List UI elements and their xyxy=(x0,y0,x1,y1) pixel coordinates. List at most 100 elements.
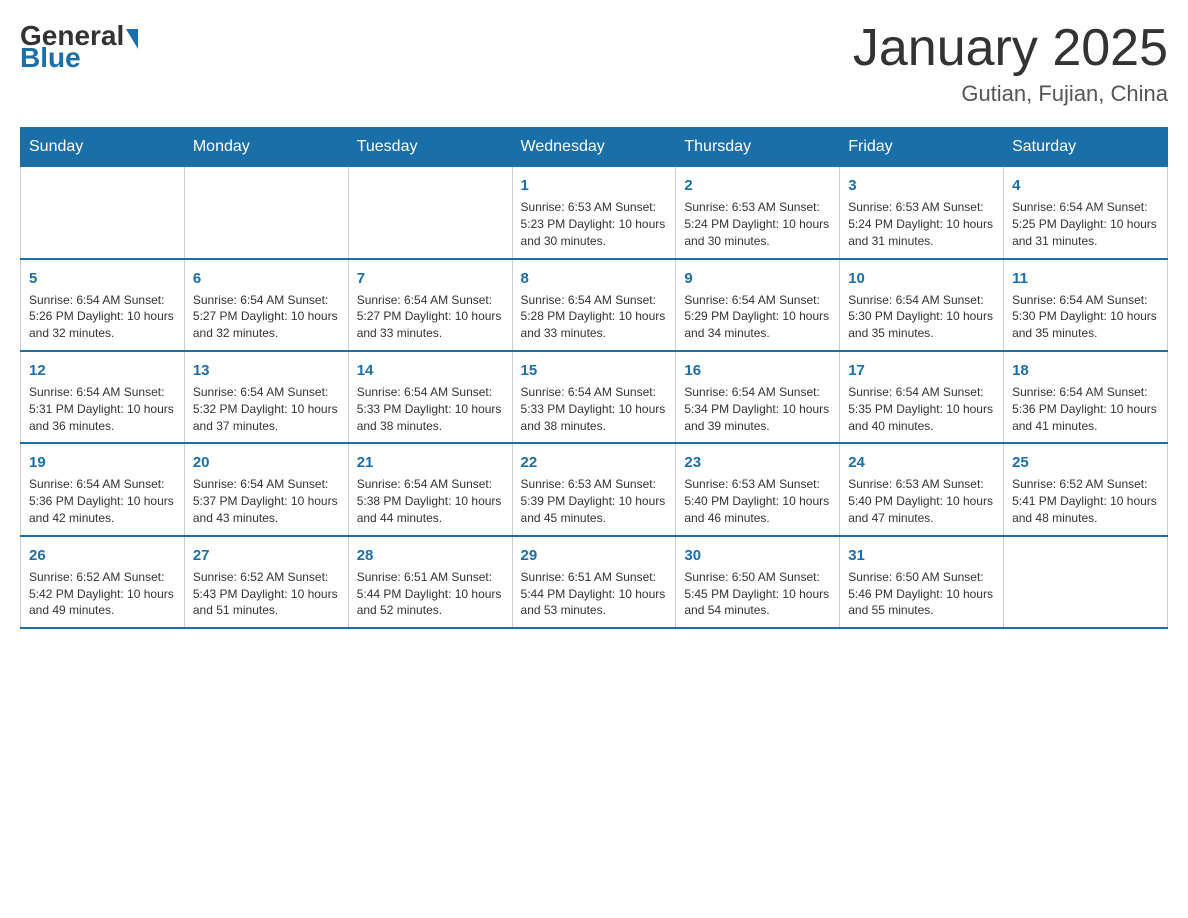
day-number: 9 xyxy=(684,268,831,289)
day-cell: 26 Sunrise: 6:52 AM Sunset: 5:42 PM Dayli… xyxy=(21,536,185,628)
day-number: 29 xyxy=(521,545,668,566)
day-cell: 29 Sunrise: 6:51 AM Sunset: 5:44 PM Dayli… xyxy=(512,536,676,628)
day-cell: 23 Sunrise: 6:53 AM Sunset: 5:40 PM Dayli… xyxy=(676,443,840,535)
day-info: Sunrise: 6:50 AM Sunset: 5:46 PM Dayligh… xyxy=(848,569,995,619)
day-info: Sunrise: 6:52 AM Sunset: 5:43 PM Dayligh… xyxy=(193,569,340,619)
day-number: 1 xyxy=(521,175,668,196)
day-info: Sunrise: 6:54 AM Sunset: 5:33 PM Dayligh… xyxy=(521,384,668,434)
day-info: Sunrise: 6:54 AM Sunset: 5:26 PM Dayligh… xyxy=(29,292,176,342)
day-number: 13 xyxy=(193,360,340,381)
day-info: Sunrise: 6:54 AM Sunset: 5:32 PM Dayligh… xyxy=(193,384,340,434)
month-title: January 2025 xyxy=(853,20,1168,77)
week-row-4: 19 Sunrise: 6:54 AM Sunset: 5:36 PM Dayli… xyxy=(21,443,1168,535)
day-info: Sunrise: 6:52 AM Sunset: 5:42 PM Dayligh… xyxy=(29,569,176,619)
day-info: Sunrise: 6:53 AM Sunset: 5:23 PM Dayligh… xyxy=(521,199,668,249)
day-number: 18 xyxy=(1012,360,1159,381)
day-number: 22 xyxy=(521,452,668,473)
day-cell: 5 Sunrise: 6:54 AM Sunset: 5:26 PM Daylig… xyxy=(21,259,185,351)
weekday-header-tuesday: Tuesday xyxy=(348,128,512,167)
day-number: 16 xyxy=(684,360,831,381)
day-cell xyxy=(348,167,512,259)
day-info: Sunrise: 6:54 AM Sunset: 5:30 PM Dayligh… xyxy=(1012,292,1159,342)
location-title: Gutian, Fujian, China xyxy=(853,81,1168,107)
day-number: 7 xyxy=(357,268,504,289)
day-number: 8 xyxy=(521,268,668,289)
day-info: Sunrise: 6:54 AM Sunset: 5:36 PM Dayligh… xyxy=(29,476,176,526)
logo-triangle-icon xyxy=(126,29,138,49)
day-cell: 16 Sunrise: 6:54 AM Sunset: 5:34 PM Dayli… xyxy=(676,351,840,443)
day-number: 11 xyxy=(1012,268,1159,289)
day-cell: 6Sunrise: 6:54 AM Sunset: 5:27 PM Daylig… xyxy=(184,259,348,351)
day-number: 10 xyxy=(848,268,995,289)
day-number: 4 xyxy=(1012,175,1159,196)
day-number: 26 xyxy=(29,545,176,566)
day-number: 23 xyxy=(684,452,831,473)
weekday-header-row: SundayMondayTuesdayWednesdayThursdayFrid… xyxy=(21,128,1168,167)
weekday-header-thursday: Thursday xyxy=(676,128,840,167)
day-info: Sunrise: 6:50 AM Sunset: 5:45 PM Dayligh… xyxy=(684,569,831,619)
day-cell: 19 Sunrise: 6:54 AM Sunset: 5:36 PM Dayli… xyxy=(21,443,185,535)
day-cell xyxy=(184,167,348,259)
day-cell: 27 Sunrise: 6:52 AM Sunset: 5:43 PM Dayli… xyxy=(184,536,348,628)
day-info: Sunrise: 6:54 AM Sunset: 5:38 PM Dayligh… xyxy=(357,476,504,526)
day-number: 19 xyxy=(29,452,176,473)
weekday-header-saturday: Saturday xyxy=(1004,128,1168,167)
day-cell: 17 Sunrise: 6:54 AM Sunset: 5:35 PM Dayli… xyxy=(840,351,1004,443)
day-info: Sunrise: 6:54 AM Sunset: 5:30 PM Dayligh… xyxy=(848,292,995,342)
day-info: Sunrise: 6:51 AM Sunset: 5:44 PM Dayligh… xyxy=(521,569,668,619)
day-info: Sunrise: 6:54 AM Sunset: 5:27 PM Dayligh… xyxy=(357,292,504,342)
day-number: 5 xyxy=(29,268,176,289)
weekday-header-monday: Monday xyxy=(184,128,348,167)
day-info: Sunrise: 6:54 AM Sunset: 5:33 PM Dayligh… xyxy=(357,384,504,434)
day-info: Sunrise: 6:53 AM Sunset: 5:40 PM Dayligh… xyxy=(684,476,831,526)
day-cell: 1 Sunrise: 6:53 AM Sunset: 5:23 PM Daylig… xyxy=(512,167,676,259)
week-row-2: 5 Sunrise: 6:54 AM Sunset: 5:26 PM Daylig… xyxy=(21,259,1168,351)
day-number: 2 xyxy=(684,175,831,196)
day-number: 6 xyxy=(193,268,340,289)
day-number: 21 xyxy=(357,452,504,473)
day-cell: 21 Sunrise: 6:54 AM Sunset: 5:38 PM Dayli… xyxy=(348,443,512,535)
day-cell: 28Sunrise: 6:51 AM Sunset: 5:44 PM Dayli… xyxy=(348,536,512,628)
page-header: General Blue January 2025 Gutian, Fujian… xyxy=(20,20,1168,107)
day-cell: 2Sunrise: 6:53 AM Sunset: 5:24 PM Daylig… xyxy=(676,167,840,259)
day-cell: 18 Sunrise: 6:54 AM Sunset: 5:36 PM Dayli… xyxy=(1004,351,1168,443)
logo-blue-text: Blue xyxy=(20,42,81,73)
day-cell: 14Sunrise: 6:54 AM Sunset: 5:33 PM Dayli… xyxy=(348,351,512,443)
day-cell: 13 Sunrise: 6:54 AM Sunset: 5:32 PM Dayli… xyxy=(184,351,348,443)
week-row-3: 12Sunrise: 6:54 AM Sunset: 5:31 PM Dayli… xyxy=(21,351,1168,443)
day-number: 20 xyxy=(193,452,340,473)
day-info: Sunrise: 6:54 AM Sunset: 5:29 PM Dayligh… xyxy=(684,292,831,342)
day-info: Sunrise: 6:54 AM Sunset: 5:37 PM Dayligh… xyxy=(193,476,340,526)
weekday-header-wednesday: Wednesday xyxy=(512,128,676,167)
day-info: Sunrise: 6:53 AM Sunset: 5:40 PM Dayligh… xyxy=(848,476,995,526)
day-number: 27 xyxy=(193,545,340,566)
day-number: 25 xyxy=(1012,452,1159,473)
day-info: Sunrise: 6:54 AM Sunset: 5:34 PM Dayligh… xyxy=(684,384,831,434)
title-section: January 2025 Gutian, Fujian, China xyxy=(853,20,1168,107)
day-number: 17 xyxy=(848,360,995,381)
day-cell: 24 Sunrise: 6:53 AM Sunset: 5:40 PM Dayli… xyxy=(840,443,1004,535)
weekday-header-sunday: Sunday xyxy=(21,128,185,167)
day-info: Sunrise: 6:54 AM Sunset: 5:36 PM Dayligh… xyxy=(1012,384,1159,434)
calendar-table: SundayMondayTuesdayWednesdayThursdayFrid… xyxy=(20,127,1168,629)
day-cell: 3 Sunrise: 6:53 AM Sunset: 5:24 PM Daylig… xyxy=(840,167,1004,259)
day-number: 31 xyxy=(848,545,995,566)
day-cell xyxy=(21,167,185,259)
day-info: Sunrise: 6:54 AM Sunset: 5:35 PM Dayligh… xyxy=(848,384,995,434)
day-cell: 9 Sunrise: 6:54 AM Sunset: 5:29 PM Daylig… xyxy=(676,259,840,351)
day-cell: 20 Sunrise: 6:54 AM Sunset: 5:37 PM Dayli… xyxy=(184,443,348,535)
day-number: 24 xyxy=(848,452,995,473)
day-cell: 15 Sunrise: 6:54 AM Sunset: 5:33 PM Dayli… xyxy=(512,351,676,443)
day-cell: 8Sunrise: 6:54 AM Sunset: 5:28 PM Daylig… xyxy=(512,259,676,351)
day-info: Sunrise: 6:53 AM Sunset: 5:24 PM Dayligh… xyxy=(848,199,995,249)
day-info: Sunrise: 6:51 AM Sunset: 5:44 PM Dayligh… xyxy=(357,569,504,619)
day-cell: 12Sunrise: 6:54 AM Sunset: 5:31 PM Dayli… xyxy=(21,351,185,443)
day-number: 3 xyxy=(848,175,995,196)
day-number: 12 xyxy=(29,360,176,381)
day-cell: 25Sunrise: 6:52 AM Sunset: 5:41 PM Dayli… xyxy=(1004,443,1168,535)
day-cell xyxy=(1004,536,1168,628)
day-cell: 22Sunrise: 6:53 AM Sunset: 5:39 PM Dayli… xyxy=(512,443,676,535)
day-number: 15 xyxy=(521,360,668,381)
week-row-5: 26 Sunrise: 6:52 AM Sunset: 5:42 PM Dayli… xyxy=(21,536,1168,628)
day-cell: 11 Sunrise: 6:54 AM Sunset: 5:30 PM Dayli… xyxy=(1004,259,1168,351)
